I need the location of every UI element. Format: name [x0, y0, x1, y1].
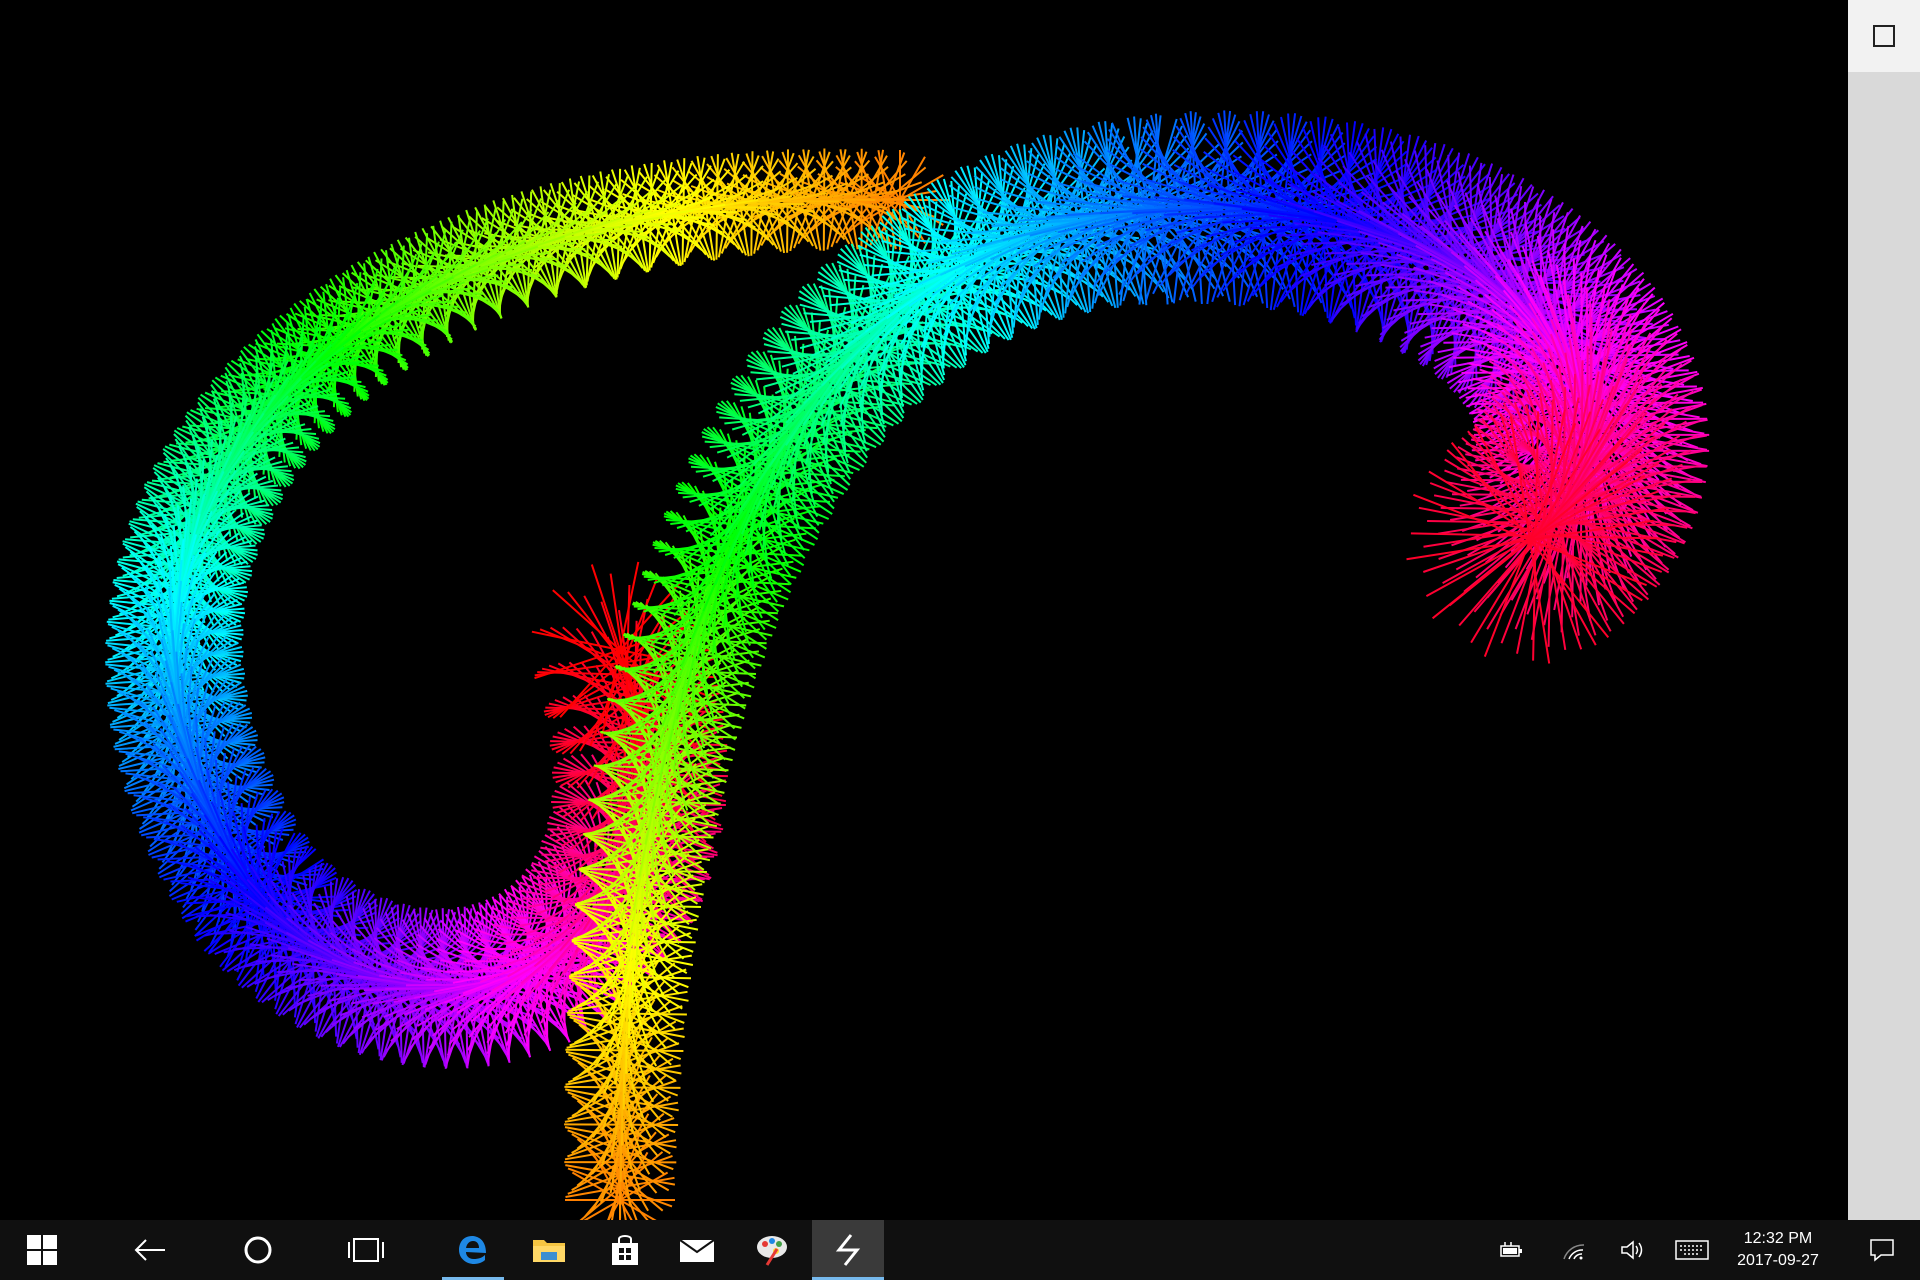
file-explorer-icon [533, 1240, 565, 1262]
back-button[interactable] [108, 1220, 192, 1280]
store-bag-icon [612, 1235, 638, 1265]
taskbar-app-paint[interactable] [742, 1220, 804, 1280]
edge-browser-icon [459, 1236, 486, 1264]
keyboard-icon [1675, 1240, 1709, 1260]
cortana-button[interactable] [216, 1220, 300, 1280]
clock-time: 12:32 PM [1743, 1230, 1813, 1247]
battery-icon [1500, 1242, 1522, 1257]
tray-keyboard[interactable] [1672, 1220, 1712, 1280]
drawing-canvas[interactable] [0, 0, 1848, 1220]
maximize-button[interactable] [1848, 0, 1920, 72]
tray-wifi[interactable] [1556, 1220, 1592, 1280]
taskbar-clock[interactable]: 12:32 PM 2017-09-27 [1716, 1224, 1840, 1276]
maximize-square-icon [1873, 25, 1895, 47]
app-lightning-icon [835, 1234, 861, 1266]
right-side-panel [1848, 0, 1920, 1220]
start-button[interactable] [0, 1220, 84, 1280]
mail-envelope-icon [679, 1239, 715, 1262]
action-center-button[interactable] [1852, 1220, 1912, 1280]
back-arrow-icon [134, 1239, 165, 1261]
taskbar-app-mail[interactable] [666, 1220, 728, 1280]
paint-palette-icon [757, 1236, 787, 1266]
rainbow-string-art [105, 110, 1710, 1220]
taskbar-app-file-explorer[interactable] [518, 1220, 580, 1280]
tray-battery[interactable] [1494, 1220, 1530, 1280]
action-center-icon [1870, 1239, 1894, 1262]
clock-date: 2017-09-27 [1737, 1252, 1819, 1269]
task-view-icon [348, 1238, 384, 1262]
task-view-button[interactable] [324, 1220, 408, 1280]
wifi-icon [1563, 1244, 1585, 1260]
windows-start-icon [27, 1235, 57, 1265]
volume-icon [1621, 1240, 1643, 1260]
taskbar: 12:32 PM 2017-09-27 [0, 1220, 1920, 1280]
cortana-circle-icon [244, 1236, 272, 1264]
taskbar-app-edge[interactable] [442, 1220, 504, 1280]
taskbar-app-store[interactable] [594, 1220, 656, 1280]
taskbar-app-active[interactable] [812, 1220, 884, 1280]
tray-volume[interactable] [1614, 1220, 1650, 1280]
